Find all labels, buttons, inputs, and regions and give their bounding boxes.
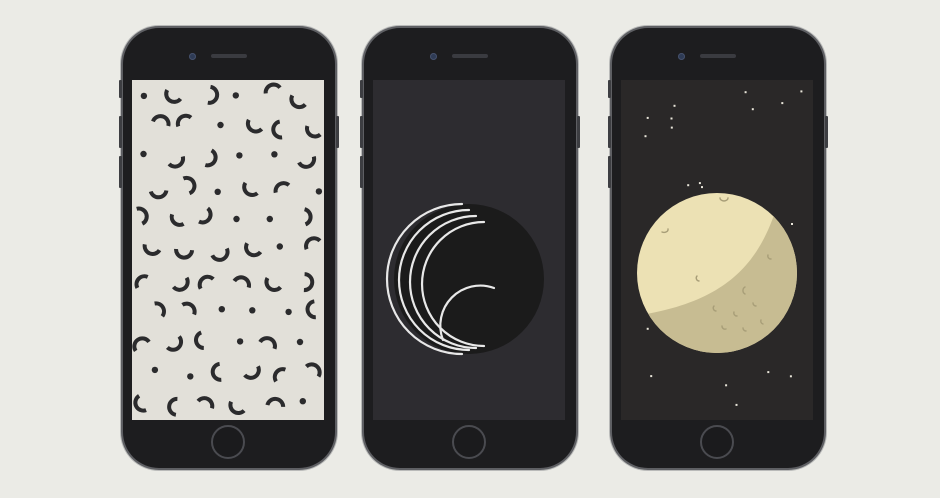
star bbox=[673, 104, 676, 107]
star bbox=[646, 327, 649, 330]
pattern-dot bbox=[271, 151, 278, 158]
pattern-dot bbox=[140, 92, 148, 100]
pattern-dot bbox=[151, 366, 159, 374]
star bbox=[791, 223, 793, 225]
front-camera bbox=[678, 53, 685, 60]
phone-moon-wallpaper bbox=[608, 28, 828, 468]
pattern-dot bbox=[217, 121, 224, 129]
star bbox=[644, 135, 647, 138]
pattern-dot bbox=[214, 188, 221, 195]
volume-up-button bbox=[119, 116, 122, 148]
mute-switch bbox=[608, 80, 611, 98]
home-button[interactable] bbox=[211, 425, 245, 459]
star bbox=[735, 403, 738, 406]
volume-down-button bbox=[119, 156, 122, 188]
star bbox=[789, 375, 792, 378]
star bbox=[698, 182, 701, 185]
phone-rings-wallpaper bbox=[360, 28, 580, 468]
pattern-dot bbox=[276, 243, 283, 250]
pattern-dot bbox=[218, 306, 225, 313]
screen-rings bbox=[373, 80, 565, 420]
star bbox=[725, 384, 728, 387]
star bbox=[687, 184, 690, 187]
pattern-dot bbox=[249, 307, 256, 314]
pattern-dot bbox=[299, 398, 306, 405]
home-button[interactable] bbox=[452, 425, 486, 459]
mute-switch bbox=[360, 80, 363, 98]
arcs-dots-pattern-wallpaper bbox=[132, 80, 324, 420]
pattern-dot bbox=[315, 188, 323, 195]
star bbox=[751, 108, 754, 111]
volume-up-button bbox=[360, 116, 363, 148]
star bbox=[767, 371, 770, 374]
star bbox=[650, 375, 653, 378]
star bbox=[646, 116, 649, 119]
star bbox=[781, 102, 784, 105]
pattern-dot bbox=[187, 373, 194, 380]
dark-disc bbox=[394, 204, 544, 354]
volume-up-button bbox=[608, 116, 611, 148]
concentric-rings-wallpaper bbox=[373, 80, 565, 420]
pattern-dot bbox=[236, 338, 244, 345]
star bbox=[701, 186, 703, 189]
front-camera bbox=[189, 53, 196, 60]
phone-pattern-wallpaper bbox=[119, 28, 339, 468]
mute-switch bbox=[119, 80, 122, 98]
pattern-dot bbox=[285, 308, 292, 316]
star bbox=[670, 117, 673, 120]
star bbox=[744, 91, 747, 94]
power-button bbox=[825, 116, 828, 148]
earpiece-speaker bbox=[211, 54, 247, 58]
pattern-dot bbox=[232, 92, 239, 99]
pattern-dot bbox=[233, 215, 240, 223]
pattern-dot bbox=[236, 152, 243, 159]
screen-moon bbox=[621, 80, 813, 420]
star bbox=[670, 126, 673, 129]
moon-wallpaper bbox=[621, 80, 813, 420]
power-button bbox=[336, 116, 339, 148]
power-button bbox=[577, 116, 580, 148]
star bbox=[800, 90, 803, 93]
front-camera bbox=[430, 53, 437, 60]
pattern-dot bbox=[296, 338, 304, 346]
screen-pattern bbox=[132, 80, 324, 420]
pattern-dot bbox=[140, 150, 147, 158]
home-button[interactable] bbox=[700, 425, 734, 459]
volume-down-button bbox=[608, 156, 611, 188]
pattern-dot bbox=[266, 215, 273, 223]
earpiece-speaker bbox=[452, 54, 488, 58]
earpiece-speaker bbox=[700, 54, 736, 58]
volume-down-button bbox=[360, 156, 363, 188]
